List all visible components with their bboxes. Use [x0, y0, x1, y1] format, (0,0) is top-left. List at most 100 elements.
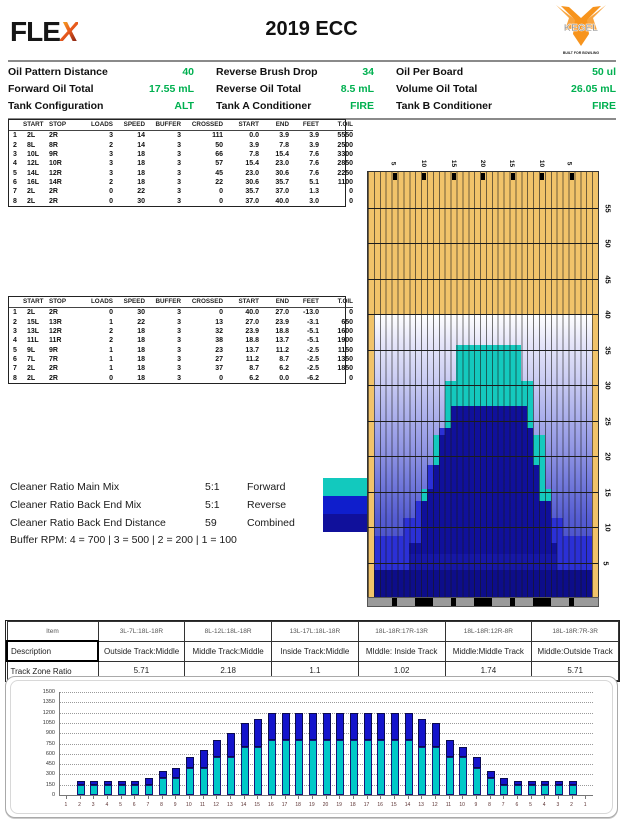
table-row: Description Outside Track:Middle Middle Tr…: [6, 640, 619, 662]
x-axis-label: 7: [501, 802, 505, 808]
table-cell: 14R: [49, 179, 62, 187]
x-axis-label: 19: [309, 802, 315, 808]
column-header: FEET: [289, 297, 319, 308]
table-cell: -5.1: [306, 337, 319, 345]
table-row: 3 10L 9R 3 18 3 66 7.8 15.4 7.6 3300: [9, 150, 353, 159]
forward-bar-segment: [527, 784, 536, 795]
table-cell: 3: [13, 327, 17, 335]
distance-line: [368, 278, 598, 280]
legend-label: Reverse: [247, 499, 287, 511]
table-cell: 11.2: [245, 356, 259, 364]
summary-item: Tank B Conditioner FIRE: [396, 98, 616, 115]
reverse-bar-segment: [472, 757, 481, 768]
forward-bar-segment: [295, 740, 304, 795]
table-cell: 27.0: [275, 309, 289, 317]
forward-bar-segment: [404, 740, 413, 795]
table-cell: 23: [215, 346, 223, 354]
table-cell: 2: [109, 141, 113, 149]
reverse-bar-segment: [404, 712, 413, 741]
x-tick: [475, 796, 477, 799]
table-cell: 5: [13, 346, 17, 354]
table-cell: 2: [13, 141, 17, 149]
oil-zone-blue: [556, 542, 593, 554]
y-axis-label: 450: [45, 761, 55, 768]
table-cell: 4: [13, 160, 17, 168]
table-cell: 23.9: [245, 327, 259, 335]
x-tick: [352, 796, 354, 799]
x-tick: [175, 796, 177, 799]
table-cell: 0: [219, 188, 223, 196]
pattern-summary: Oil Pattern Distance 40 Reverse Brush Drop…: [8, 60, 616, 120]
table-cell: 3: [177, 309, 181, 317]
forward-bar-segment: [131, 784, 140, 795]
x-tick: [571, 796, 573, 799]
cleaner-label: Cleaner Ratio Back End Mix: [10, 499, 142, 511]
table-cell: 13: [215, 318, 223, 326]
x-axis-label: 16: [377, 802, 383, 808]
table-cell: 35.7: [275, 179, 289, 187]
x-tick: [257, 796, 259, 799]
table-cell: 13.7: [245, 346, 259, 354]
legend-color-chip: [323, 496, 373, 514]
table-cell: 2L: [27, 365, 36, 373]
reverse-bar-segment: [226, 733, 235, 758]
table-cell: 23.9: [275, 318, 289, 326]
x-tick: [530, 796, 532, 799]
feet-label: 45: [603, 274, 613, 284]
x-tick: [202, 796, 204, 799]
x-axis-label: 2: [570, 802, 573, 808]
table-cell: 7.6: [309, 160, 319, 168]
summary-label: Tank A Conditioner: [216, 100, 312, 112]
cleaner-row: Cleaner Ratio Main Mix 5:1 Forward: [10, 478, 373, 496]
y-axis-label: 1500: [42, 689, 55, 695]
cleaner-row: Cleaner Ratio Back End Mix 5:1 Reverse: [10, 496, 373, 514]
reverse-bar-segment: [486, 770, 495, 778]
table-cell: 2R: [49, 374, 58, 382]
reverse-bar-segment: [363, 712, 372, 741]
item-cell: 8L-12L:18L-18R: [184, 621, 272, 642]
forward-bar-segment: [349, 740, 358, 795]
table-cell: 22: [215, 179, 223, 187]
table-cell: 37: [215, 365, 223, 373]
table-row: 8 2L 2R 0 18 3 0 6.2 0.0 -6.2 0: [9, 374, 353, 383]
table-cell: 2850: [337, 160, 353, 168]
legend-label: Combined: [247, 517, 295, 529]
x-axis-label: 6: [515, 802, 519, 808]
kegel-tagline: BUILT FOR BOWLING: [562, 51, 600, 55]
column-header: [9, 297, 23, 308]
board-number-label: 15: [449, 159, 457, 168]
x-axis-label: 16: [268, 802, 274, 808]
table-cell: 3: [109, 160, 113, 168]
table-cell: 18: [137, 356, 145, 364]
table-cell: 18: [137, 346, 145, 354]
table-cell: 37.0: [275, 188, 289, 196]
x-tick: [407, 796, 409, 799]
item-cell: 3L-7L:18L-18R: [97, 621, 186, 642]
lane-board-labels: 5 10 15 20 15 10 5: [368, 158, 598, 172]
column-header: START: [23, 120, 49, 131]
table-cell: 27.0: [245, 318, 259, 326]
forward-bar-segment: [377, 740, 386, 795]
column-header: START: [23, 297, 49, 308]
table-cell: 50: [215, 141, 223, 149]
reverse-bar-segment: [500, 777, 509, 785]
item-cell: 18L-18R:7R-3R: [531, 621, 619, 642]
item-cell: 13L-17L:18L-18R: [271, 621, 359, 642]
table-cell: 27: [215, 356, 223, 364]
forward-bar-segment: [213, 757, 222, 795]
table-cell: 2: [109, 337, 113, 345]
reverse-bar-segment: [418, 719, 427, 747]
column-header: T.OIL: [319, 120, 353, 131]
item-cell: 18L-18R:17R-13R: [357, 621, 446, 642]
forward-bar-segment: [486, 777, 495, 795]
x-axis-label: 10: [459, 802, 465, 808]
table-cell: 13L: [27, 327, 40, 335]
forward-bar-segment: [267, 740, 276, 795]
reverse-bar-segment: [281, 712, 290, 741]
table-cell: 7: [13, 188, 17, 196]
table-cell: 3: [177, 197, 181, 205]
board-number-label: 5: [565, 161, 573, 166]
forward-bar-segment: [513, 784, 522, 795]
table-cell: 9R: [49, 150, 58, 158]
board-number-label: 5: [388, 161, 396, 166]
